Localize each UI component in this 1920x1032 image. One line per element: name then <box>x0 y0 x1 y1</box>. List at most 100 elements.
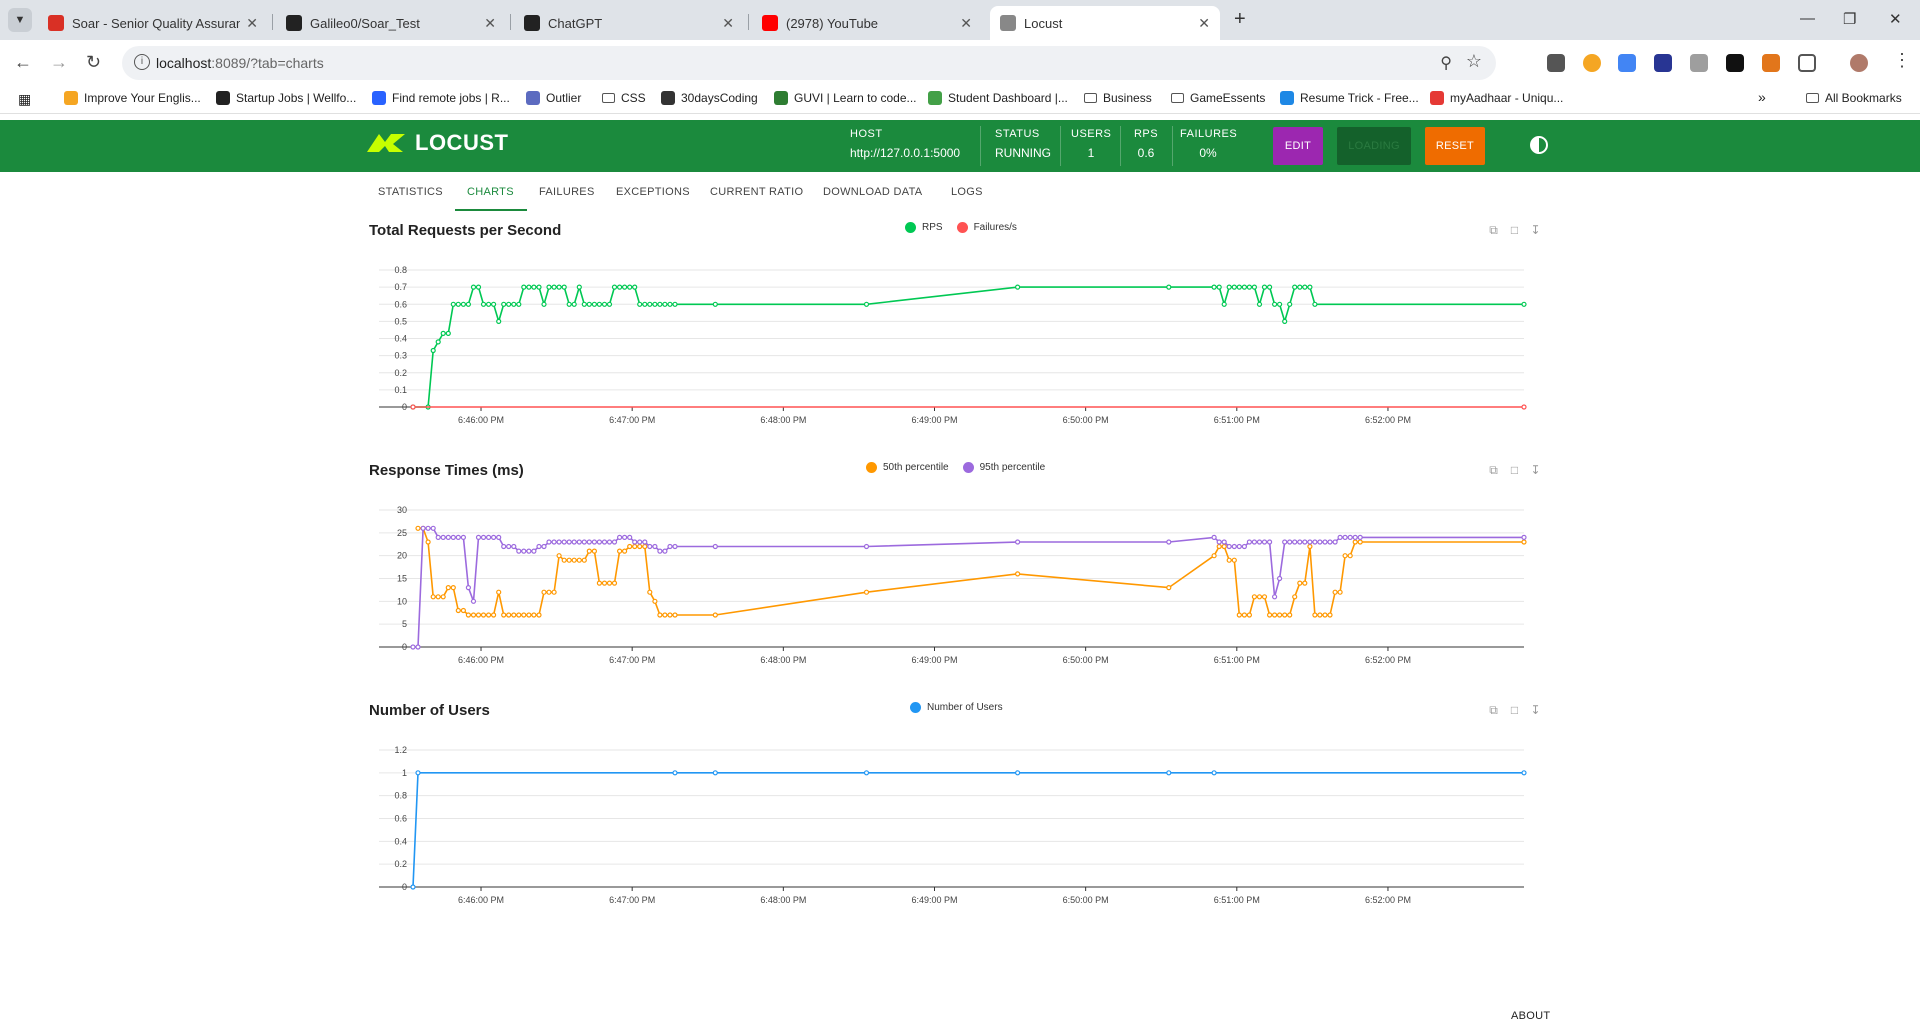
data-point <box>632 539 638 545</box>
close-tab-icon[interactable]: ✕ <box>1198 15 1210 32</box>
tab-failures[interactable]: FAILURES <box>539 186 595 198</box>
apps-grid-icon[interactable]: ▦ <box>18 91 31 108</box>
download-icon[interactable]: ↧ <box>1529 704 1542 717</box>
zoom-icon[interactable]: ⧉ <box>1487 224 1500 237</box>
extension-page-icon[interactable] <box>1690 54 1708 72</box>
locust-logo[interactable]: LOCUST <box>365 130 508 156</box>
extension-sh-icon[interactable] <box>1726 54 1744 72</box>
reset-button[interactable]: RESET <box>1425 127 1485 165</box>
theme-toggle-icon[interactable] <box>1530 136 1548 154</box>
x-tick-label: 6:49:00 PM <box>911 895 957 905</box>
tab-current-ratio[interactable]: CURRENT RATIO <box>710 186 803 198</box>
bookmark-item[interactable]: Student Dashboard |... <box>928 91 1068 105</box>
tab-search-button[interactable]: ▼ <box>8 8 32 32</box>
browser-tab[interactable]: Galileo0/Soar_Test ✕ <box>276 6 506 40</box>
outlier-icon <box>526 91 540 105</box>
chart-legend[interactable]: RPS Failures/s <box>905 222 1031 233</box>
data-point <box>506 543 512 550</box>
zoom-icon[interactable]: ⧉ <box>1487 464 1500 477</box>
minimize-icon[interactable]: — <box>1800 10 1815 27</box>
forward-icon[interactable]: → <box>50 52 68 73</box>
bookmark-item[interactable]: GUVI | Learn to code... <box>774 91 917 105</box>
chart-legend[interactable]: 50th percentile 95th percentile <box>866 462 1059 473</box>
about-link[interactable]: ABOUT <box>1511 1010 1550 1022</box>
data-point <box>1261 284 1268 290</box>
metamask-fox-icon[interactable] <box>1762 54 1780 72</box>
legend-item[interactable]: 95th percentile <box>962 462 1045 473</box>
tab-logs[interactable]: LOGS <box>951 186 983 198</box>
data-point <box>566 539 572 545</box>
data-point <box>551 539 557 545</box>
browser-tab[interactable]: Locust ✕ <box>990 6 1220 40</box>
url-text[interactable]: localhost:8089/?tab=charts <box>156 55 324 71</box>
loading-button[interactable]: LOADING <box>1337 127 1411 165</box>
bookmark-item[interactable]: Find remote jobs | R... <box>372 91 510 105</box>
y-tick-label: 0.6 <box>394 814 407 824</box>
bookmark-item[interactable]: 30daysCoding <box>661 91 758 105</box>
data-point <box>566 557 572 563</box>
tab-statistics[interactable]: STATISTICS <box>378 186 443 198</box>
x-tick-label: 6:52:00 PM <box>1365 895 1411 905</box>
bookmark-item[interactable]: Outlier <box>526 91 581 105</box>
more-bookmarks-icon[interactable]: » <box>1758 89 1766 105</box>
extension-translate-icon[interactable] <box>1618 54 1636 72</box>
tab-exceptions[interactable]: EXCEPTIONS <box>616 186 690 198</box>
restore-zoom-icon[interactable]: □ <box>1508 464 1521 477</box>
bookmark-item[interactable]: Improve Your Englis... <box>64 91 201 105</box>
legend-item[interactable]: Failures/s <box>956 222 1017 233</box>
address-bar[interactable]: i localhost:8089/?tab=charts ⚲ ☆ <box>122 46 1496 80</box>
browser-menu-icon[interactable]: ⋮ <box>1893 50 1911 71</box>
bookmark-item[interactable]: Business <box>1084 91 1152 105</box>
download-icon[interactable]: ↧ <box>1529 464 1542 477</box>
bookmark-star-icon[interactable]: ☆ <box>1466 51 1482 72</box>
bookmark-item[interactable]: Resume Trick - Free... <box>1280 91 1419 105</box>
data-point <box>1297 539 1303 545</box>
close-window-icon[interactable]: ✕ <box>1889 10 1902 28</box>
legend-item[interactable]: RPS <box>905 222 943 233</box>
data-point <box>415 644 421 650</box>
all-bookmarks[interactable]: All Bookmarks <box>1806 91 1902 105</box>
data-point <box>662 301 668 307</box>
close-tab-icon[interactable]: ✕ <box>722 15 734 32</box>
tab-download-data[interactable]: DOWNLOAD DATA <box>823 186 922 198</box>
site-info-icon[interactable]: i <box>134 54 150 70</box>
extension-shield-icon[interactable] <box>1654 54 1672 72</box>
reload-icon[interactable]: ↻ <box>86 52 101 73</box>
y-tick-label: 0 <box>402 882 407 892</box>
data-point <box>1241 543 1248 550</box>
bookmark-item[interactable]: myAadhaar - Uniqu... <box>1430 91 1563 105</box>
download-icon[interactable]: ↧ <box>1529 224 1542 237</box>
profile-avatar[interactable] <box>1850 54 1868 72</box>
extension-se-icon[interactable] <box>1547 54 1565 72</box>
restore-zoom-icon[interactable]: □ <box>1508 704 1521 717</box>
edit-button[interactable]: EDIT <box>1273 127 1323 165</box>
close-tab-icon[interactable]: ✕ <box>484 15 496 32</box>
restore-zoom-icon[interactable]: □ <box>1508 224 1521 237</box>
bookmark-item[interactable]: CSS <box>602 91 646 105</box>
bookmark-item[interactable]: GameEssents <box>1171 91 1265 105</box>
browser-tab[interactable]: Soar - Senior Quality Assurance ✕ <box>38 6 268 40</box>
close-tab-icon[interactable]: ✕ <box>246 15 258 32</box>
tab-charts[interactable]: CHARTS <box>467 186 514 198</box>
close-tab-icon[interactable]: ✕ <box>960 15 972 32</box>
browser-tab[interactable]: ChatGPT ✕ <box>514 6 744 40</box>
browser-tab[interactable]: (2978) YouTube ✕ <box>752 6 982 40</box>
data-point <box>657 612 663 618</box>
folder-icon <box>1084 93 1097 103</box>
legend-item[interactable]: Number of Users <box>910 702 1003 713</box>
chart-legend[interactable]: Number of Users <box>910 702 1017 713</box>
bookmark-item[interactable]: Startup Jobs | Wellfo... <box>216 91 356 105</box>
legend-dot-icon <box>910 702 921 713</box>
restore-icon[interactable]: ❐ <box>1843 10 1856 28</box>
extension-clock-icon[interactable] <box>1583 54 1601 72</box>
zoom-icon[interactable]: ⧉ <box>1487 704 1500 717</box>
extensions-puzzle-icon[interactable] <box>1798 54 1816 72</box>
back-icon[interactable]: ← <box>14 52 32 73</box>
zoom-icon[interactable]: ⚲ <box>1440 53 1452 73</box>
data-point <box>501 301 507 307</box>
data-point <box>601 580 608 586</box>
data-point <box>1312 301 1318 307</box>
data-point <box>1246 539 1253 545</box>
new-tab-button[interactable]: + <box>1234 8 1246 31</box>
legend-item[interactable]: 50th percentile <box>866 462 949 473</box>
